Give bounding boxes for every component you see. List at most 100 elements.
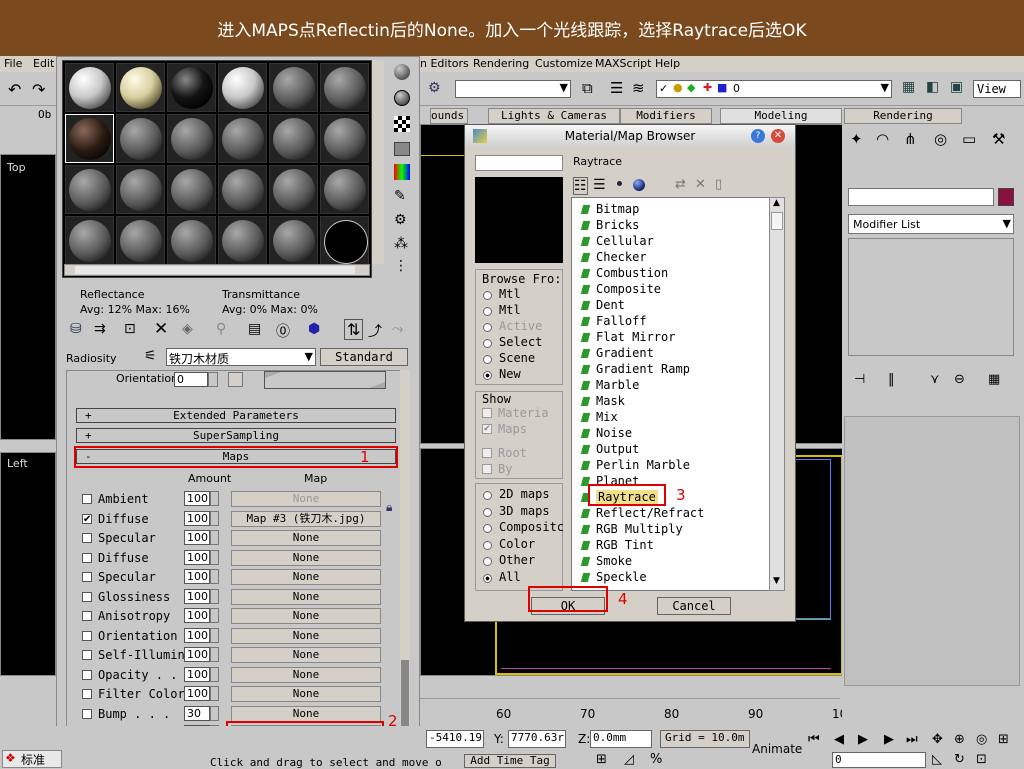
filter-radio[interactable] [483, 524, 492, 533]
hierarchy-icon[interactable]: ⋔ [904, 130, 917, 148]
map-amount-input[interactable]: 30 [184, 705, 210, 721]
browse-from-radio[interactable] [483, 339, 492, 348]
object-name-field[interactable] [848, 188, 994, 206]
map-slot-button[interactable]: None [231, 608, 381, 624]
map-enable-checkbox[interactable] [82, 650, 92, 660]
zoom-icon[interactable]: ⊕ [954, 732, 965, 747]
cancel-button[interactable]: Cancel [657, 597, 731, 615]
display-icon[interactable]: ▭ [962, 130, 976, 148]
material-sample-slot[interactable] [116, 165, 165, 214]
material-sample-slot[interactable] [167, 165, 216, 214]
map-amount-input[interactable]: 100 [184, 627, 210, 643]
tab-modeling[interactable]: Modeling [720, 108, 842, 124]
pick-material-icon[interactable]: ⚟ [144, 348, 157, 364]
layers-icon[interactable]: ≋ [632, 79, 645, 97]
remove-modifier-icon[interactable]: ⊖ [954, 372, 965, 387]
close-icon[interactable]: ✕ [771, 129, 785, 143]
map-amount-input[interactable]: 100 [184, 666, 210, 682]
map-enable-checkbox[interactable] [82, 669, 92, 680]
filter-radio[interactable] [483, 540, 492, 550]
pin-stack-icon[interactable]: ⊣ [854, 372, 865, 387]
modify-icon[interactable]: ◠ [876, 130, 889, 148]
rollout-extended-parameters[interactable]: + Extended Parameters [76, 408, 396, 423]
viewport-top[interactable]: Top [0, 154, 56, 440]
previous-frame-icon[interactable]: ◀ [834, 732, 844, 747]
make-unique-icon[interactable]: ⋎ [930, 372, 940, 387]
backlight-icon[interactable] [394, 90, 410, 106]
map-slot-button[interactable]: None [231, 647, 381, 663]
map-slot-button[interactable]: None [231, 549, 381, 566]
mirror-icon[interactable]: ⧉ [582, 79, 593, 97]
filter-radio[interactable] [483, 491, 492, 500]
sample-slot-scrollbar[interactable] [64, 264, 370, 276]
show-maps-checkbox[interactable]: ✔ [482, 424, 492, 434]
render-type-icon[interactable]: ▣ [950, 79, 963, 95]
material-sample-slot[interactable] [218, 63, 267, 112]
view-dropdown[interactable]: View [973, 80, 1021, 98]
options-icon[interactable]: ⚙ [394, 212, 407, 228]
map-amount-input[interactable]: 100 [184, 647, 210, 662]
assign-material-icon[interactable]: ⊡ [124, 321, 136, 337]
sample-slot-vscroll[interactable] [372, 60, 384, 264]
map-type-list[interactable]: Bitmap Bricks Cellular Checker Combustion Com… [571, 197, 773, 591]
update-scene-icon[interactable]: ⇄ [675, 177, 686, 192]
material-id-icon[interactable]: ⓪ [276, 321, 290, 341]
map-amount-input[interactable]: 100 [184, 569, 210, 584]
motion-icon[interactable]: ◎ [934, 130, 947, 148]
map-slot-button[interactable]: None [231, 588, 381, 605]
go-to-start-icon[interactable]: ⏮ [808, 732, 820, 747]
angle-snap-icon[interactable]: ◿ [624, 752, 634, 767]
get-material-icon[interactable]: ⛁ [70, 321, 82, 337]
next-frame-icon[interactable]: ▶ [884, 732, 894, 747]
map-amount-spinner[interactable] [210, 491, 219, 506]
map-amount-spinner[interactable] [210, 705, 219, 721]
clear-library-icon[interactable]: ▯ [715, 177, 722, 192]
map-enable-checkbox[interactable] [82, 572, 92, 582]
menu-editors[interactable]: n Editors [420, 57, 469, 70]
tab-modifiers[interactable]: Modifiers [620, 108, 712, 124]
map-enable-checkbox[interactable]: ✔ [82, 513, 92, 524]
material-sample-slot[interactable] [167, 216, 216, 265]
material-sample-slot[interactable] [269, 165, 318, 214]
map-enable-checkbox[interactable] [82, 689, 92, 699]
zoom-extents-icon[interactable]: ⊞ [998, 732, 1009, 747]
utilities-icon[interactable]: ⚒ [992, 130, 1005, 148]
make-preview-icon[interactable]: ✎ [394, 188, 406, 204]
material-sample-slot[interactable] [320, 114, 369, 163]
sample-uv-icon[interactable] [394, 142, 410, 156]
show-end-result-icon[interactable]: ⇅ [344, 319, 364, 340]
map-slot-button[interactable]: Map #3 (铁刀木.jpg) [231, 510, 381, 527]
ime-indicator[interactable]: ❖ 标准 [2, 750, 62, 768]
z-coordinate[interactable]: 0.0mm [590, 730, 652, 748]
map-slot-button[interactable]: None [231, 686, 381, 702]
show-by-checkbox[interactable] [482, 464, 492, 474]
undo-icon[interactable]: ↶ [8, 80, 21, 99]
map-enable-checkbox[interactable] [82, 494, 92, 504]
x-coordinate[interactable]: -5410.19 [426, 730, 484, 748]
select-by-material-icon[interactable]: ⁂ [394, 236, 408, 252]
view-large-icons-icon[interactable] [633, 179, 645, 191]
render-scene-icon[interactable]: ▦ [902, 79, 915, 95]
browse-from-radio[interactable] [483, 291, 492, 300]
material-sample-slot[interactable] [167, 114, 216, 163]
put-to-library-icon[interactable]: ▤ [248, 321, 261, 337]
selection-set-dropdown[interactable]: ✓ ● ◆ ✚ ■ 0 ▼ [656, 80, 892, 98]
menu-maxscript[interactable]: MAXScript [595, 57, 651, 70]
map-amount-spinner[interactable] [210, 530, 219, 545]
map-amount-spinner[interactable] [210, 588, 219, 604]
menu-file[interactable]: File [4, 57, 22, 70]
map-amount-input[interactable]: 100 [184, 549, 210, 565]
map-amount-spinner[interactable] [210, 569, 219, 584]
map-amount-input[interactable]: 100 [184, 608, 210, 623]
material-navigator-icon[interactable]: ⋮ [394, 258, 408, 274]
map-slot-button[interactable]: None [231, 569, 381, 585]
map-amount-spinner[interactable] [210, 549, 219, 565]
map-enable-checkbox[interactable] [82, 552, 92, 563]
material-sample-slot[interactable] [320, 165, 369, 214]
map-enable-checkbox[interactable] [82, 611, 92, 621]
map-enable-checkbox[interactable] [82, 708, 92, 719]
modifier-list-dropdown[interactable]: Modifier List ▼ [848, 214, 1014, 234]
show-map-icon[interactable]: ⬢ [308, 321, 320, 337]
parameters-scrollbar[interactable] [400, 370, 410, 768]
map-enable-checkbox[interactable] [82, 630, 92, 641]
